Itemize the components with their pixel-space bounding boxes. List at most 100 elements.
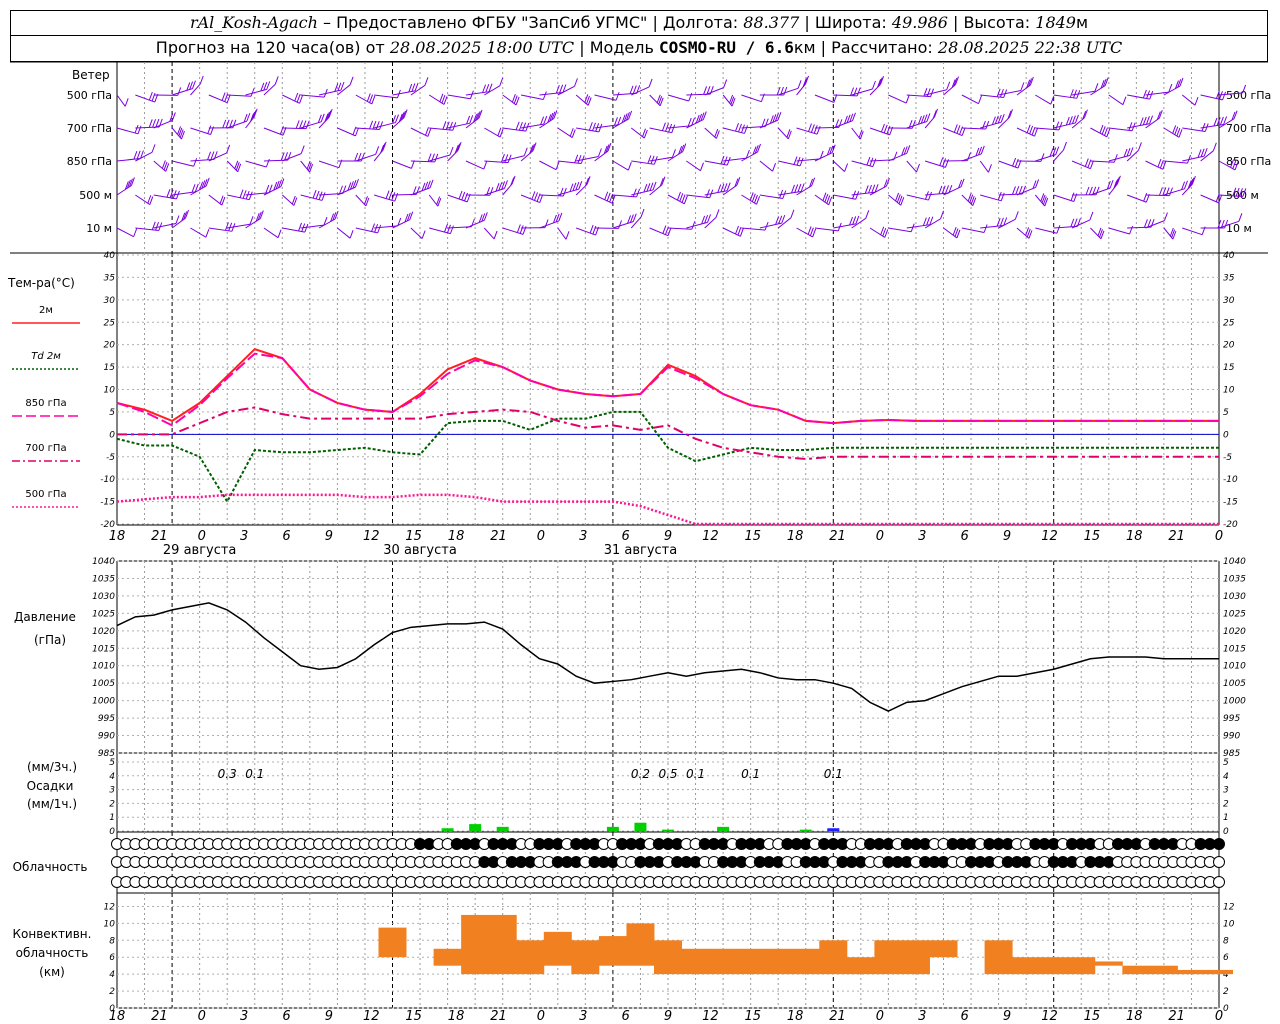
wind-barb <box>1108 175 1121 196</box>
wind-barb-shaft <box>502 183 513 196</box>
wind-barb-feather <box>1101 126 1106 135</box>
wind-barb-feather <box>961 127 966 136</box>
wind-barb-shaft <box>906 194 929 201</box>
wind-barb <box>1016 124 1038 137</box>
wind-barb-feather <box>855 191 860 200</box>
pressure-ytick-right: 990 <box>1223 732 1240 742</box>
wind-barb <box>722 94 736 107</box>
wind-barb <box>851 184 879 196</box>
wind-barb-feather <box>531 191 536 200</box>
pressure-ytick-left: 1025 <box>92 609 115 619</box>
wind-barb-feather <box>812 228 817 238</box>
wind-barb-feather <box>388 191 393 200</box>
time-tick-label: 6 <box>282 529 290 544</box>
wind-barb <box>300 216 328 229</box>
wind-barb <box>116 94 129 107</box>
wind-barb <box>759 111 782 129</box>
wind-barb-feather <box>996 88 1001 97</box>
time-tick-label-bottom: 6 <box>282 1009 290 1024</box>
pressure-ytick-left: 1035 <box>92 574 115 584</box>
wind-barb <box>1163 154 1192 164</box>
wind-barb <box>281 194 298 206</box>
wind-barb-feather <box>133 228 138 237</box>
wind-barb-feather <box>797 80 802 89</box>
temp-ytick-right: 40 <box>1223 251 1235 261</box>
wind-barb-feather <box>632 188 637 197</box>
wind-barb-feather <box>1159 159 1164 169</box>
wind-barb <box>1090 227 1105 240</box>
wind-barb <box>520 142 537 162</box>
conv-ytick-left: 8 <box>109 936 115 946</box>
time-tick-label: 15 <box>1084 529 1101 544</box>
wind-barb <box>704 127 720 139</box>
cloud-cover-symbol <box>1213 856 1225 868</box>
wind-barb <box>539 84 567 96</box>
wind-barb-shaft <box>208 227 232 232</box>
wind-barb-feather <box>640 208 645 218</box>
wind-barb <box>1016 76 1034 96</box>
wind-barb-feather <box>294 92 299 102</box>
wind-barb-feather <box>647 155 652 164</box>
convective-cloud-bar <box>764 948 793 975</box>
wind-barb-feather <box>349 76 354 85</box>
wind-barb <box>1016 227 1033 239</box>
time-tick-label: 3 <box>918 529 926 544</box>
wind-barb-feather <box>248 191 253 200</box>
wind-barb-feather <box>1020 82 1025 91</box>
convective-cloud-bar <box>681 948 710 975</box>
wind-barb <box>906 191 932 201</box>
wind-barb-feather <box>1149 90 1154 100</box>
wind-barb-feather <box>464 192 468 202</box>
wind-barb <box>135 221 163 231</box>
convective-cloud-bar <box>543 931 572 966</box>
wind-barb <box>1053 89 1081 99</box>
wind-barb-shaft <box>1182 227 1203 236</box>
wind-barb-feather <box>618 220 622 229</box>
wind-barb-feather <box>315 190 320 200</box>
wind-barb-shaft <box>300 94 325 98</box>
wind-barb-shaft <box>1182 127 1206 133</box>
wind-barb-feather <box>844 163 849 172</box>
wind-barb <box>539 187 567 197</box>
convective-cloud-bar <box>461 914 490 975</box>
temp-legend-label: 500 гПа <box>25 489 66 500</box>
wind-barb-feather <box>427 128 432 137</box>
wind-barb <box>869 76 885 96</box>
wind-barb-feather <box>349 230 354 239</box>
convective-cloud-bar <box>378 927 407 958</box>
wind-barb-feather <box>1126 147 1131 157</box>
wind-barb <box>979 160 992 173</box>
wind-barb <box>465 212 488 229</box>
wind-barb-feather <box>266 81 271 90</box>
wind-barb-feather <box>783 86 788 96</box>
wind-barb-shaft <box>263 227 279 239</box>
wind-barb <box>649 225 672 237</box>
day-label: 30 августа <box>383 543 457 558</box>
pressure-ytick-right: 1015 <box>1223 644 1246 654</box>
wind-barb-feather <box>151 144 156 153</box>
wind-barb <box>410 127 432 137</box>
wind-barb-feather <box>946 81 951 90</box>
temp-ytick-right: -10 <box>1223 475 1238 485</box>
conv-ytick-right: 12 <box>1223 902 1235 912</box>
time-tick-label: 3 <box>240 529 248 544</box>
wind-barb-shaft <box>814 94 835 103</box>
wind-barb-feather <box>744 125 748 134</box>
time-tick-label: 3 <box>579 529 587 544</box>
wind-barb-shaft <box>318 116 330 129</box>
wind-barb-feather <box>1139 117 1144 126</box>
wind-barb-feather <box>544 219 549 228</box>
wind-barb <box>1090 124 1111 138</box>
wind-barb-feather <box>355 127 359 137</box>
wind-barb <box>851 156 877 168</box>
time-tick-label: 21 <box>151 529 168 544</box>
time-tick-label-bottom: 9 <box>664 1009 672 1024</box>
wind-barb-shaft <box>796 83 806 96</box>
wind-barb-feather <box>193 158 198 167</box>
wind-barb-shaft <box>190 127 211 136</box>
wind-barb <box>961 224 988 233</box>
wind-barb-shaft <box>741 151 758 162</box>
wind-barb-feather <box>148 91 153 101</box>
wind-barb-feather <box>1089 160 1094 169</box>
time-tick-label-bottom: 9 <box>1003 1009 1011 1024</box>
